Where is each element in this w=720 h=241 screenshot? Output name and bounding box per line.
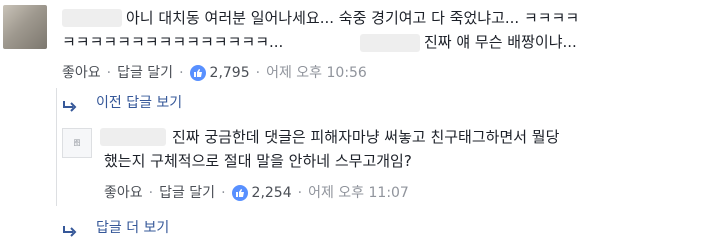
commenter-avatar[interactable] <box>3 5 47 49</box>
reply-text-line2: 했는지 구체적으로 절대 말을 안하네 스무고개임? <box>104 152 412 170</box>
reply-like-button[interactable]: 좋아요 <box>104 184 143 202</box>
reply-reply-button[interactable]: 답글 달기 <box>159 184 215 202</box>
redacted-tag <box>360 34 420 52</box>
redacted-reply-name <box>100 128 166 146</box>
reply-avatar[interactable]: 图 <box>62 128 92 158</box>
comment-text-line1: 아니 대치동 여러분 일어나세요... 숙중 경기여고 다 죽었냐고... ㅋㅋ… <box>126 9 580 27</box>
separator-dot: · <box>179 65 184 81</box>
separator-dot: · <box>106 65 112 81</box>
comment-meta: 좋아요 · 답글 달기 · 2,795 · 어제 오후 10:56 <box>62 64 367 82</box>
comment-reply-button[interactable]: 답글 달기 <box>117 64 173 82</box>
redacted-name <box>62 9 122 27</box>
separator-dot: · <box>221 185 226 201</box>
reply-arrow-icon <box>62 97 78 116</box>
thumbs-up-icon <box>231 185 248 201</box>
previous-replies-link[interactable]: 이전 답글 보기 <box>96 94 182 112</box>
reply-timestamp[interactable]: 어제 오후 11:07 <box>308 184 409 202</box>
reply-meta: 좋아요 · 답글 달기 · 2,254 · 어제 오후 11:07 <box>104 184 409 202</box>
reply-thread-line <box>56 88 57 206</box>
thumbs-up-icon <box>189 65 206 81</box>
comment-text-line2-end: 진짜 얘 무슨 배짱이냐... <box>424 33 577 51</box>
reply-arrow-icon <box>62 222 78 241</box>
separator-dot: · <box>297 185 303 201</box>
more-replies-link[interactable]: 답글 더 보기 <box>96 219 169 237</box>
comment-timestamp[interactable]: 어제 오후 10:56 <box>266 64 367 82</box>
reply-reaction-count[interactable]: 2,254 <box>252 184 292 202</box>
comment-reaction-count[interactable]: 2,795 <box>210 64 250 82</box>
separator-dot: · <box>255 65 261 81</box>
reply-avatar-text: 图 <box>73 139 81 147</box>
reply-text-line1: 진짜 궁금한데 댓글은 피해자마냥 써놓고 친구태그하면서 뭘당 <box>172 128 560 146</box>
separator-dot: · <box>148 185 154 201</box>
comment-like-button[interactable]: 좋아요 <box>62 64 101 82</box>
comment-text-line2-start: ㅋㅋㅋㅋㅋㅋㅋㅋㅋㅋㅋㅋㅋㅋㅋ... <box>62 33 284 51</box>
